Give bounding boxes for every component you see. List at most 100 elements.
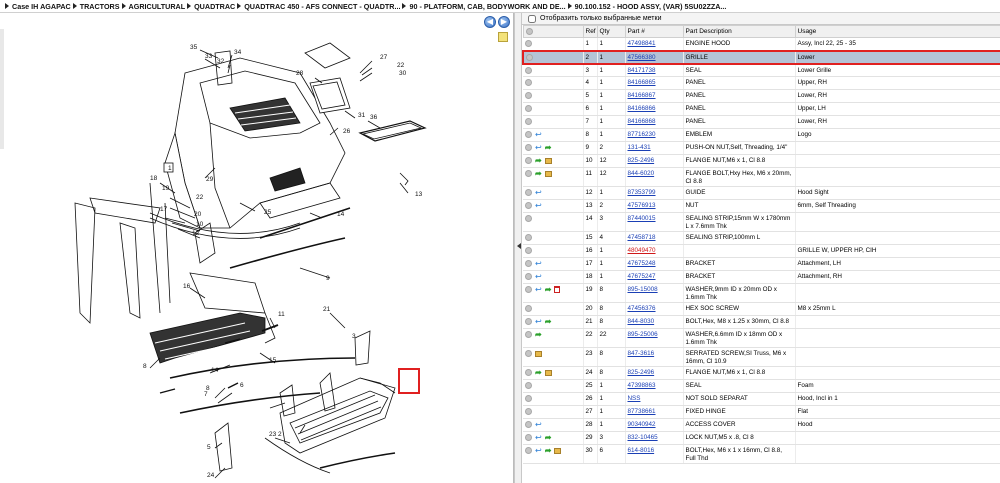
callout-label[interactable]: 14 — [211, 367, 219, 374]
header-part-number[interactable]: Part # — [624, 25, 684, 38]
row-select-icon[interactable] — [525, 286, 532, 293]
breadcrumb-item[interactable]: QUADTRAC 450 - AFS CONNECT - QUADTR... — [235, 2, 400, 11]
cell-part-number[interactable]: 48049470 — [625, 244, 684, 258]
breadcrumb-item[interactable]: AGRICULTURAL — [120, 2, 185, 11]
callout-label[interactable]: 31 — [358, 112, 366, 119]
row-select-icon[interactable] — [525, 40, 532, 47]
part-number-link[interactable]: 47576913 — [628, 202, 656, 209]
part-number-link[interactable]: 895-15008 — [628, 286, 658, 293]
row-select-icon[interactable] — [525, 408, 532, 415]
part-number-link[interactable]: 47566380 — [628, 54, 656, 61]
cell-part-number[interactable]: 131-431 — [625, 141, 684, 155]
next-page-button[interactable]: ▶ — [498, 16, 510, 28]
callout-label[interactable]: 28 — [296, 70, 304, 77]
part-number-link[interactable]: 84166867 — [628, 92, 656, 99]
replacement-arrow-icon[interactable]: ➦ — [545, 447, 552, 455]
table-row[interactable]: 5 1 84166867 PANEL Lower, RH — [523, 89, 1000, 103]
table-row[interactable]: 14 3 87440015 SEALING STRIP,15mm W x 1780mm… — [523, 212, 1000, 232]
row-select-icon[interactable] — [525, 395, 532, 402]
cell-part-number[interactable]: 847-3616 — [625, 347, 684, 367]
cell-part-number[interactable]: 84171738 — [625, 63, 684, 77]
header-usage[interactable]: Usage — [794, 25, 1000, 38]
row-select-icon[interactable] — [526, 53, 533, 61]
return-icon[interactable]: ↩ — [535, 286, 542, 294]
cell-part-number[interactable]: 844-6020 — [625, 167, 684, 187]
cell-part-number[interactable]: 90340942 — [625, 418, 684, 432]
return-icon[interactable]: ↩ — [535, 202, 542, 210]
table-row[interactable]: 2 1 47566380 GRILLE Lower — [522, 49, 1000, 65]
row-select-icon[interactable] — [525, 305, 532, 312]
breadcrumb-item[interactable]: 90 - PLATFORM, CAB, BODYWORK AND DE... — [400, 2, 566, 11]
select-all-icon[interactable] — [525, 27, 533, 35]
breadcrumb-item[interactable]: QUADTRAC — [185, 2, 235, 11]
table-row[interactable]: 1 1 47498841 ENGINE HOOD Assy, Incl 22, 25 -… — [523, 37, 1000, 51]
cell-part-number[interactable]: 825-2496 — [625, 154, 684, 168]
table-row[interactable]: 7 1 84166868 PANEL Lower, RH — [523, 115, 1000, 129]
row-select-icon[interactable] — [525, 247, 532, 254]
cell-part-number[interactable]: 47576913 — [625, 199, 684, 213]
callout-label[interactable]: 24 — [207, 472, 215, 479]
collapse-arrow-icon[interactable] — [517, 243, 521, 249]
callout-label[interactable]: 33 — [205, 53, 213, 60]
table-row[interactable]: ↩ 17 1 47675248 BRACKET Attachment, LH — [523, 257, 1000, 271]
callout-label[interactable]: 21 — [323, 306, 331, 313]
row-select-icon[interactable] — [525, 382, 532, 389]
cell-part-number[interactable]: 47458718 — [625, 231, 684, 245]
table-row[interactable]: 25 1 47398863 SEAL Foam — [523, 379, 1000, 393]
part-number-link[interactable]: 47458718 — [628, 234, 656, 241]
part-number-link[interactable]: 614-8016 — [628, 447, 655, 454]
cell-part-number[interactable]: 47675247 — [625, 270, 684, 284]
return-icon[interactable]: ↩ — [535, 434, 542, 442]
return-icon[interactable]: ↩ — [535, 131, 542, 139]
breadcrumb-item[interactable]: Case IH AGAPAC — [3, 2, 71, 11]
row-select-icon[interactable] — [525, 447, 532, 454]
part-number-link[interactable]: 47498841 — [628, 40, 656, 47]
table-row[interactable]: ↩ 8 1 87716230 EMBLEM Logo — [523, 128, 1000, 142]
cell-part-number[interactable]: 614-8016 — [625, 444, 684, 464]
table-row[interactable]: ➦ 22 22 895-25006 WASHER,6.6mm ID x 18mm OD … — [523, 328, 1000, 348]
return-icon[interactable]: ↩ — [535, 260, 542, 268]
part-number-link[interactable]: 847-3616 — [628, 350, 655, 357]
row-select-icon[interactable] — [525, 350, 532, 357]
cell-part-number[interactable]: 84166867 — [625, 89, 684, 103]
callout-label[interactable]: 13 — [415, 191, 423, 198]
part-number-link[interactable]: 84171738 — [628, 67, 656, 74]
callout-label[interactable]: 34 — [234, 49, 242, 56]
callout-label[interactable]: 23 — [269, 431, 277, 438]
callout-label[interactable]: 25 — [264, 209, 272, 216]
part-number-link[interactable]: 84166866 — [628, 105, 656, 112]
callout-label[interactable]: 1 — [168, 165, 172, 172]
header-part-description[interactable]: Part Description — [682, 25, 796, 38]
replacement-arrow-icon[interactable]: ➦ — [535, 369, 542, 377]
row-select-icon[interactable] — [525, 92, 532, 99]
table-row[interactable]: 4 1 84166865 PANEL Upper, RH — [523, 76, 1000, 90]
breadcrumb-item[interactable]: 90.100.152 - HOOD ASSY, (VAR) 5SU02ZZA..… — [566, 2, 726, 11]
cell-part-number[interactable]: 895-25006 — [625, 328, 684, 348]
part-number-link[interactable]: 48049470 — [628, 247, 656, 254]
callout-label[interactable]: 8 — [206, 385, 210, 392]
table-row[interactable]: ↩ ➦ 30 6 614-8016 BOLT,Hex, M6 x 1 x 16mm, Cl… — [523, 444, 1000, 464]
part-number-link[interactable]: 84166865 — [628, 79, 656, 86]
cell-part-number[interactable]: 832-10465 — [625, 431, 684, 445]
cell-part-number[interactable]: 84166866 — [625, 102, 684, 116]
return-icon[interactable]: ↩ — [535, 318, 542, 326]
cell-part-number[interactable]: 47498841 — [625, 37, 684, 51]
show-selected-only-checkbox[interactable] — [528, 14, 536, 23]
callout-label[interactable]: 17 — [160, 206, 168, 213]
replacement-arrow-icon[interactable]: ➦ — [545, 144, 552, 152]
exploded-parts-diagram[interactable]: 3533343230282722363126129181922172010121… — [0, 13, 514, 483]
callout-label[interactable]: 35 — [190, 44, 198, 51]
callout-label[interactable]: 7 — [204, 391, 208, 398]
part-number-link[interactable]: 87440015 — [628, 215, 656, 222]
callout-label[interactable]: 2 — [278, 431, 282, 438]
package-icon[interactable] — [535, 350, 542, 357]
row-select-icon[interactable] — [525, 157, 532, 164]
part-number-link[interactable]: 844-6020 — [628, 170, 655, 177]
part-number-link[interactable]: 90340942 — [628, 421, 656, 428]
part-number-link[interactable]: 87353799 — [628, 189, 656, 196]
table-row[interactable]: 16 1 48049470 GRILLE W, UPPER HP, CIH — [523, 244, 1000, 258]
table-row[interactable]: ↩ ➦ 19 8 895-15008 WASHER,9mm ID x 20mm OD x … — [523, 283, 1000, 303]
row-select-icon[interactable] — [525, 131, 532, 138]
return-icon[interactable]: ↩ — [535, 189, 542, 197]
callout-label[interactable]: 18 — [150, 175, 158, 182]
